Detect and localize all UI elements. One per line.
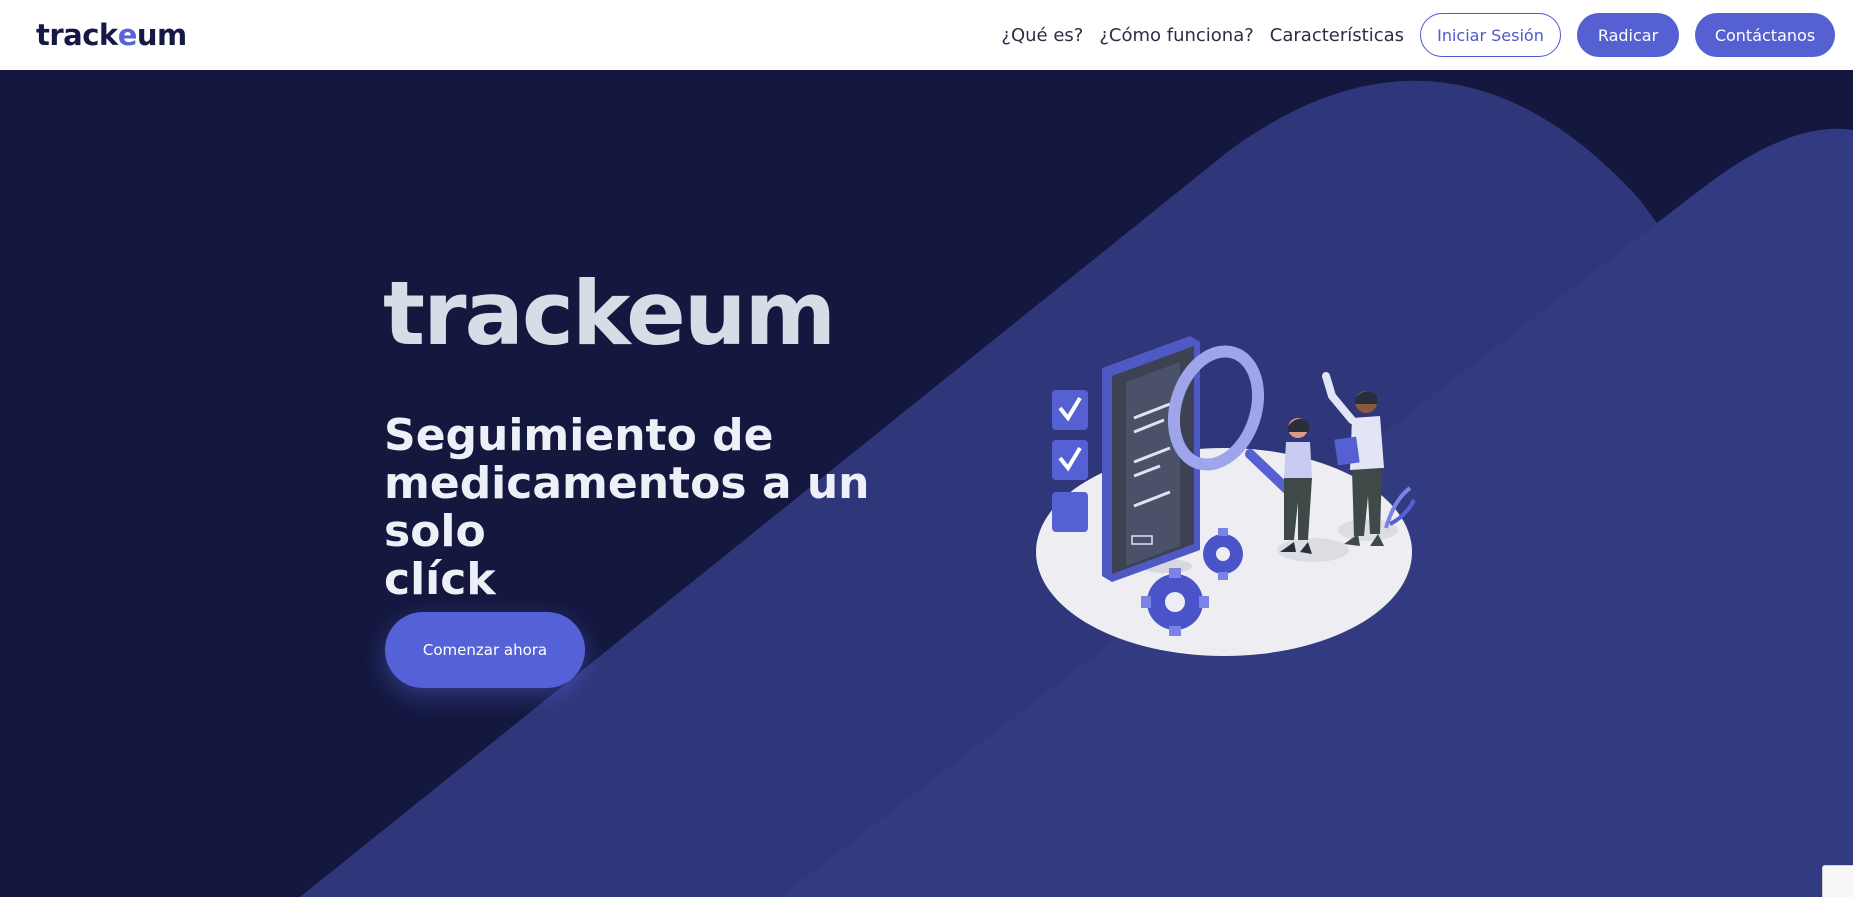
hero-background-shape xyxy=(300,80,1853,897)
recaptcha-badge-icon[interactable] xyxy=(1822,865,1853,897)
nav-link-como-funciona[interactable]: ¿Cómo funciona? xyxy=(1099,25,1253,46)
nav-logo[interactable]: track e um xyxy=(36,18,187,52)
login-button[interactable]: Iniciar Sesión xyxy=(1420,13,1561,57)
hero-heading-line-2: medicamentos a un solo xyxy=(384,458,870,557)
medicine-tracking-illustration-icon xyxy=(1036,336,1416,656)
contact-button[interactable]: Contáctanos xyxy=(1695,13,1835,57)
radicar-button[interactable]: Radicar xyxy=(1577,13,1679,57)
hero-section: trackeum Seguimiento de medicamentos a u… xyxy=(0,70,1853,897)
nav-menu: ¿Qué es? ¿Cómo funciona? Características… xyxy=(1001,13,1835,57)
nav-link-que-es[interactable]: ¿Qué es? xyxy=(1001,25,1083,46)
hero-logo-text-right: um xyxy=(683,262,836,365)
start-now-button[interactable]: Comenzar ahora xyxy=(385,612,585,688)
hero-heading-line-3: clíck xyxy=(384,554,496,605)
nav-logo-text-left: track xyxy=(36,18,118,52)
nav-logo-text-right: um xyxy=(136,18,187,52)
hero-heading-line-1: Seguimiento de xyxy=(384,410,774,461)
nav-logo-accent: e xyxy=(117,18,138,52)
nav-link-caracteristicas[interactable]: Características xyxy=(1270,25,1404,46)
navbar: track e um ¿Qué es? ¿Cómo funciona? Caract… xyxy=(0,0,1853,70)
hero-logo: trackeum xyxy=(383,270,836,358)
hero-logo-accent: e xyxy=(626,262,686,365)
hero-logo-text-left: track xyxy=(383,262,628,365)
hero-heading: Seguimiento de medicamentos a un solo cl… xyxy=(384,412,924,604)
